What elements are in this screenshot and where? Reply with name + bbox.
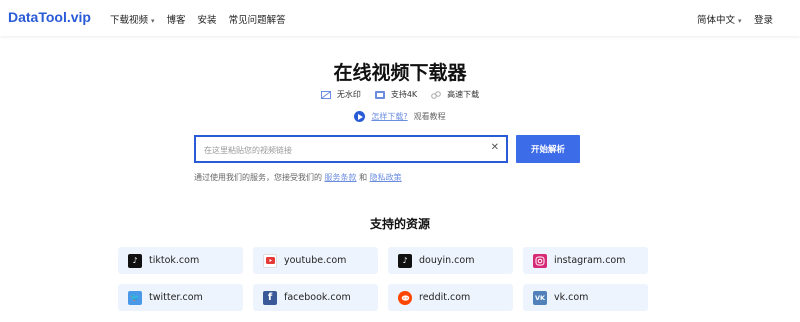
- 4k-icon: [374, 90, 385, 99]
- site-logo[interactable]: DataTool.vip: [8, 9, 91, 25]
- page-title: 在线视频下载器: [333, 62, 467, 84]
- feature-no-watermark: 无水印: [320, 89, 361, 100]
- vk-icon: VK: [533, 290, 547, 305]
- main-nav: 下载视频 ▾ 博客 安装 常见问题解答: [110, 12, 286, 26]
- feature-list: 无水印 支持4K 高速下载: [0, 89, 800, 100]
- chevron-down-icon: ▾: [738, 17, 742, 25]
- link-icon: [431, 90, 441, 99]
- tiktok-icon: ♪: [128, 253, 142, 268]
- resource-grid: ♪ tiktok.com youtube.com ♪ douyin.com in…: [118, 247, 652, 311]
- facebook-icon: f: [263, 290, 277, 305]
- resources-title: 支持的资源: [369, 217, 430, 231]
- nav-download-video[interactable]: 下载视频 ▾: [110, 12, 155, 26]
- resource-instagram[interactable]: instagram.com: [523, 247, 648, 274]
- resource-reddit[interactable]: reddit.com: [388, 284, 513, 311]
- resource-vk[interactable]: VK vk.com: [523, 284, 648, 311]
- video-url-input[interactable]: [202, 142, 486, 158]
- instagram-icon: [533, 253, 547, 268]
- clear-icon[interactable]: ✕: [491, 142, 499, 153]
- resource-douyin[interactable]: ♪ douyin.com: [388, 247, 513, 274]
- resource-tiktok[interactable]: ♪ tiktok.com: [118, 247, 243, 274]
- play-icon[interactable]: [354, 111, 366, 122]
- privacy-policy-link[interactable]: 隐私政策: [370, 173, 402, 182]
- login-link[interactable]: 登录: [754, 12, 773, 26]
- youtube-icon: [263, 253, 277, 268]
- nav-faq[interactable]: 常见问题解答: [229, 12, 286, 26]
- no-watermark-icon: [320, 90, 331, 99]
- help-row: 怎样下载? 观看教程: [0, 111, 800, 122]
- twitter-icon: 🐦: [128, 290, 142, 305]
- terms-notice: 通过使用我们的服务，您接受我们的 服务条款 和 隐私政策: [194, 173, 402, 182]
- how-to-download-link[interactable]: 怎样下载?: [371, 111, 407, 122]
- terms-of-service-link[interactable]: 服务条款: [325, 173, 357, 182]
- top-header: DataTool.vip 下载视频 ▾ 博客 安装 常见问题解答 简体中文 ▾ 登录: [0, 0, 800, 36]
- douyin-icon: ♪: [398, 253, 412, 268]
- watch-tutorial-link[interactable]: 观看教程: [414, 111, 446, 122]
- chevron-down-icon: ▾: [151, 17, 155, 25]
- language-select[interactable]: 简体中文 ▾: [697, 12, 742, 26]
- nav-blog[interactable]: 博客: [167, 12, 186, 26]
- resource-youtube[interactable]: youtube.com: [253, 247, 378, 274]
- nav-install[interactable]: 安装: [198, 12, 217, 26]
- resource-twitter[interactable]: 🐦 twitter.com: [118, 284, 243, 311]
- resource-facebook[interactable]: f facebook.com: [253, 284, 378, 311]
- feature-fast: 高速下载: [431, 89, 479, 100]
- start-parse-button[interactable]: 开始解析: [516, 135, 580, 163]
- reddit-icon: [398, 290, 412, 305]
- search-box: ✕: [194, 135, 508, 163]
- feature-4k: 支持4K: [374, 89, 417, 100]
